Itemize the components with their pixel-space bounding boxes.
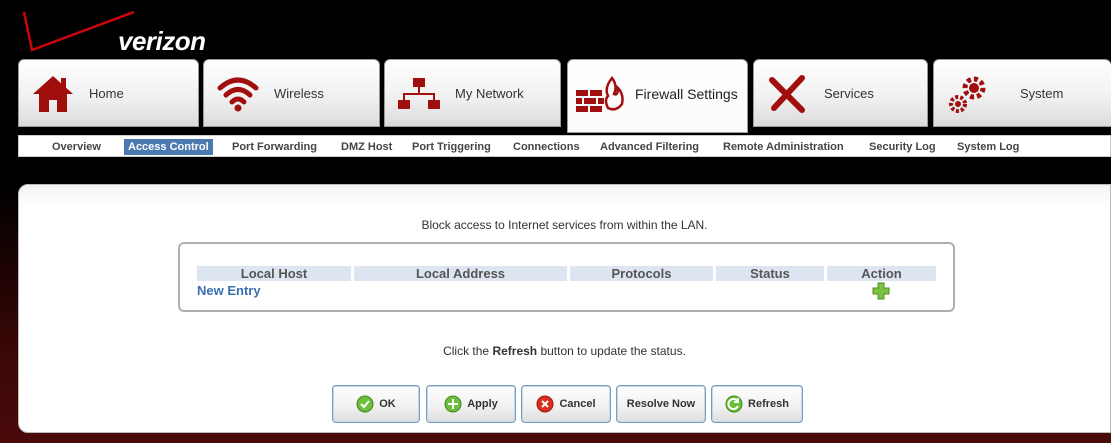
refresh-button[interactable]: Refresh: [711, 385, 803, 423]
verizon-logo: verizon: [18, 10, 238, 58]
column-header: Action: [827, 266, 936, 281]
subnav-overview[interactable]: Overview: [48, 139, 105, 155]
tab-firewall-settings[interactable]: Firewall Settings: [567, 59, 748, 133]
home-icon: [31, 74, 79, 114]
cancel-button[interactable]: Cancel: [521, 385, 611, 423]
add-icon[interactable]: [872, 282, 890, 300]
apply-label: Apply: [467, 398, 498, 410]
hint-prefix: Click the: [443, 344, 493, 358]
column-header: Protocols: [570, 266, 713, 281]
resolve-now-label: Resolve Now: [626, 398, 696, 410]
apply-button[interactable]: Apply: [426, 385, 516, 423]
tab-label: System: [1020, 86, 1064, 101]
column-header: Local Host: [197, 266, 351, 281]
new-entry-link[interactable]: New Entry: [197, 283, 261, 298]
hint-bold: Refresh: [492, 344, 538, 358]
access-control-table: Local Host Local Address Protocols Statu…: [178, 242, 955, 312]
tab-label: Services: [824, 86, 874, 101]
column-header: Status: [716, 266, 824, 281]
refresh-label: Refresh: [748, 398, 789, 410]
page-description: Block access to Internet services from w…: [421, 218, 708, 232]
wifi-icon: [216, 74, 264, 114]
tab-wireless[interactable]: Wireless: [203, 59, 380, 127]
refresh-hint: Click the Refresh button to update the s…: [18, 344, 1111, 358]
subnav-advanced-filtering[interactable]: Advanced Filtering: [596, 139, 703, 155]
apply-icon: [444, 395, 462, 413]
logo-text: verizon: [118, 26, 206, 56]
tab-system[interactable]: System: [933, 59, 1111, 127]
tab-services[interactable]: Services: [753, 59, 928, 127]
ok-button[interactable]: OK: [332, 385, 420, 423]
sub-navigation: Overview Access Control Port Forwarding …: [18, 135, 1111, 157]
tab-my-network[interactable]: My Network: [384, 59, 561, 127]
refresh-icon: [725, 395, 743, 413]
subnav-port-triggering[interactable]: Port Triggering: [408, 139, 495, 155]
gears-icon: [946, 74, 994, 114]
subnav-port-forwarding[interactable]: Port Forwarding: [228, 139, 321, 155]
tab-label: My Network: [455, 86, 524, 101]
tools-icon: [766, 74, 814, 114]
cancel-icon: [536, 395, 554, 413]
subnav-connections[interactable]: Connections: [509, 139, 584, 155]
ok-label: OK: [379, 398, 396, 410]
tab-label: Firewall Settings: [635, 86, 738, 102]
subnav-dmz-host[interactable]: DMZ Host: [337, 139, 396, 155]
column-header: Local Address: [354, 266, 567, 281]
tab-label: Wireless: [274, 86, 324, 101]
tab-label: Home: [89, 86, 124, 101]
main-tabs: Home Wireless My Network Firewall Settin…: [18, 59, 1111, 133]
cancel-label: Cancel: [559, 398, 596, 410]
subnav-remote-administration[interactable]: Remote Administration: [719, 139, 848, 155]
tab-home[interactable]: Home: [18, 59, 199, 127]
hint-suffix: button to update the status.: [537, 344, 686, 358]
check-icon: [356, 395, 374, 413]
network-icon: [397, 74, 445, 114]
resolve-now-button[interactable]: Resolve Now: [616, 385, 706, 423]
subnav-system-log[interactable]: System Log: [953, 139, 1023, 155]
firewall-icon: [574, 74, 624, 114]
subnav-access-control[interactable]: Access Control: [124, 139, 213, 155]
subnav-security-log[interactable]: Security Log: [865, 139, 940, 155]
